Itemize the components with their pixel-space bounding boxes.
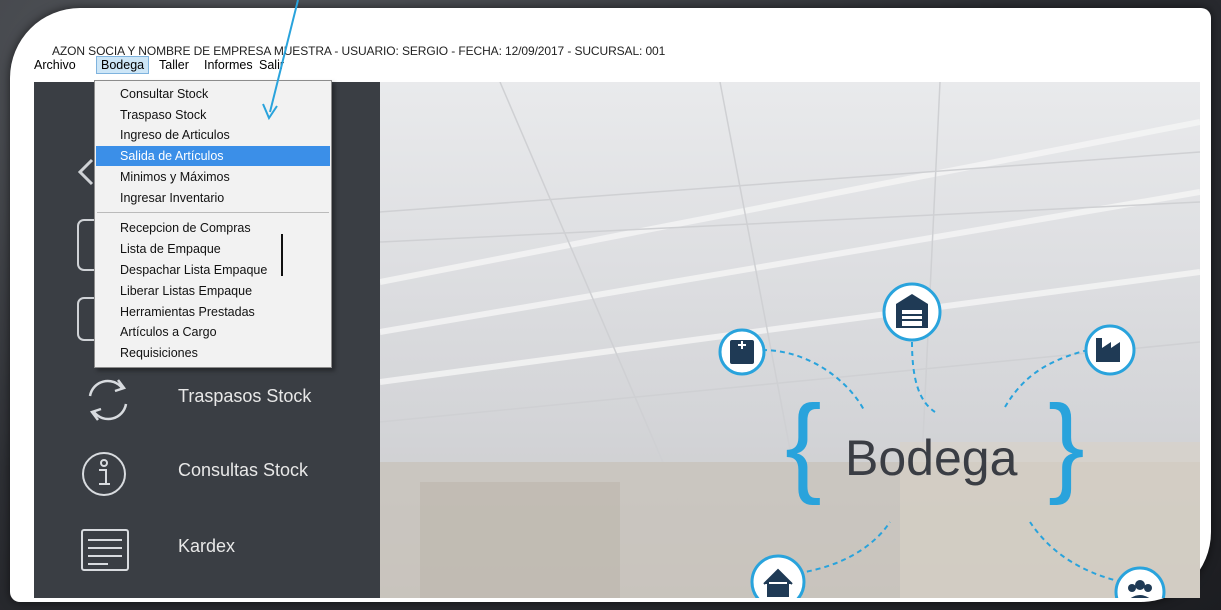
screenshot-frame: AZON SOCIA Y NOMBRE DE EMPRESA MUESTRA -…: [0, 0, 1221, 610]
annotation-arrow-icon: [262, 0, 299, 121]
